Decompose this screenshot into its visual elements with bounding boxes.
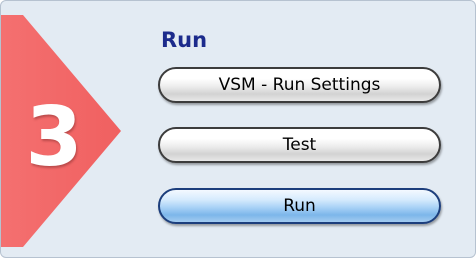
run-step-panel: 3 Run VSM - Run Settings Test Run (0, 0, 476, 258)
step-number: 3 (25, 90, 83, 185)
run-button[interactable]: Run (158, 188, 441, 224)
section-title: Run (161, 28, 208, 52)
test-button[interactable]: Test (158, 127, 441, 163)
vsm-run-settings-button[interactable]: VSM - Run Settings (158, 67, 441, 103)
step-arrow-badge: 3 (1, 1, 131, 257)
